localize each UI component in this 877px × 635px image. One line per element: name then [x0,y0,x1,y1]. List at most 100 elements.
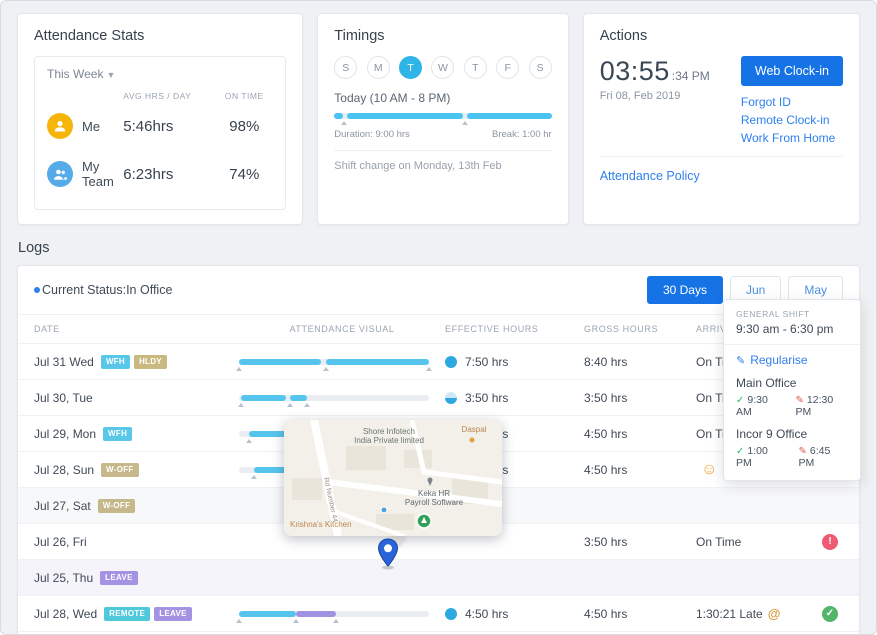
clock-actions: Web Clock-in Forgot ID Remote Clock-in W… [741,56,843,145]
logs-section-title: Logs [18,240,860,256]
punch-location: Incor 9 Office [736,427,848,441]
attendance-stats-title: Attendance Stats [34,28,286,44]
current-status-label: Current Status: [42,283,126,297]
map-canvas: Rd Number 44 Shore Infotech India Privat… [284,420,502,536]
attendance-policy-link[interactable]: Attendance Policy [600,169,700,183]
log-date: Jul 30, Tue [34,391,93,405]
gross-hours: 4:50 hrs [584,463,696,477]
clock-in-icon: ✓ [736,446,744,457]
col-header-effective-hours: EFFECTIVE HOURS [445,324,584,334]
timings-card: Timings S M T W T F S Today (10 AM - 8 P… [317,13,568,225]
badge-leave: LEAVE [154,607,192,621]
people-icon [53,168,68,181]
work-from-home-link[interactable]: Work From Home [741,131,843,145]
day-saturday: S [529,56,552,79]
me-on-time: 98% [215,118,273,135]
effective-hours: 3:50 hrs [465,391,508,405]
log-date: Jul 27, Sat [34,499,91,513]
location-pin-icon[interactable] [377,538,399,570]
day-tuesday-active: T [399,56,422,79]
badge-w-off: W-OFF [101,463,139,477]
table-row[interactable]: Jul 25, Thu LEAVE [18,560,859,596]
arrival-status: On Time [696,535,741,549]
clock-out-icon: ✎ [796,395,804,406]
effective-hours-icon [445,356,457,368]
effective-hours-icon [445,392,457,404]
day-wednesday: W [431,56,454,79]
today-shift-label: Today (10 AM - 8 PM) [334,91,551,105]
gross-hours: 3:50 hrs [584,391,696,405]
current-date: Fri 08, Feb 2019 [600,90,710,102]
log-date: Jul 31 Wed [34,355,94,369]
actions-card: Actions 03:55:34 PM Fri 08, Feb 2019 Web… [583,13,860,225]
day-sunday: S [334,56,357,79]
shift-progress-bar [334,113,551,119]
current-status-value: In Office [126,283,172,297]
badge-wfh: WFH [101,355,130,369]
me-avg-hours: 5:46hrs [123,118,215,135]
log-date: Jul 28, Sun [34,463,94,477]
location-map-popup[interactable]: Rd Number 44 Shore Infotech India Privat… [284,420,502,536]
log-date: Jul 25, Thu [34,571,93,585]
forgot-id-link[interactable]: Forgot ID [741,95,843,109]
attendance-visual-bar [239,611,429,617]
remote-clock-in-link[interactable]: Remote Clock-in [741,113,843,127]
team-avg-hours: 6:23hrs [123,166,215,183]
log-date: Jul 26, Fri [34,535,87,549]
actions-title: Actions [600,28,843,44]
web-clock-in-button[interactable]: Web Clock-in [741,56,843,86]
attendance-stats-card: Attendance Stats This Week▼ AVG HRS / DA… [17,13,303,225]
gross-hours: 3:50 hrs [584,535,696,549]
team-on-time: 74% [215,166,273,183]
day-friday: F [496,56,519,79]
badge-hldy: HLDY [134,355,167,369]
effective-hours: 7:50 hrs [465,355,508,369]
clock-out-icon: ✎ [799,446,807,457]
col-header-attendance-visual: ATTENDANCE VISUAL [239,324,445,334]
gross-hours: 4:50 hrs [584,427,696,441]
my-team-label: My Team [82,159,123,189]
map-daspal-label: Daspal [462,425,487,434]
shift-duration: Duration: 9:00 hrs [334,129,410,140]
arrival-icon: ☺ [701,462,717,478]
me-avatar [47,113,73,139]
col-header-date: DATE [34,324,239,334]
map-poi-label: India Private limited [354,436,424,445]
week-filter-dropdown[interactable]: This Week▼ [47,67,123,81]
avg-hours-header: AVG HRS / DAY [123,85,215,101]
log-status-icon: ! [822,534,838,550]
col-header-gross-hours: GROSS HOURS [584,324,696,334]
me-label: Me [82,119,100,134]
log-date: Jul 29, Mon [34,427,96,441]
on-time-header: ON TIME [215,85,273,101]
map-poi-label: Shore Infotech [363,427,415,436]
shift-hours: 9:30 am - 6:30 pm [736,322,848,336]
arrival-status: 1:30:21 Late [696,607,763,621]
day-monday: M [367,56,390,79]
week-filter-label: This Week [47,67,103,81]
map-keka-label: Payroll Software [405,498,464,507]
weekday-strip: S M T W T F S [334,56,551,79]
clock-in-icon: ✓ [736,395,744,406]
gross-hours: 4:50 hrs [584,607,696,621]
range-30-days-button[interactable]: 30 Days [647,276,723,304]
regularise-link[interactable]: ✎ Regularise [736,353,848,367]
regularise-label: Regularise [750,353,807,367]
shift-name: GENERAL SHIFT [736,309,848,319]
day-thursday: T [464,56,487,79]
badge-remote: REMOTE [104,607,150,621]
badge-leave: LEAVE [100,571,138,585]
effective-hours-icon [445,608,457,620]
map-krishna-label: Krishna's Kitchen [290,520,352,529]
gross-hours: 8:40 hrs [584,355,696,369]
shift-details-tooltip: GENERAL SHIFT 9:30 am - 6:30 pm ✎ Regula… [723,299,861,481]
my-team-avatar [47,161,73,187]
arrival-icon: @ [768,607,781,620]
log-status-icon: ✓ [822,606,838,622]
current-time-seconds: :34 PM [672,69,710,83]
top-cards-row: Attendance Stats This Week▼ AVG HRS / DA… [17,13,860,225]
table-row[interactable]: Jul 28, Wed REMOTE LEAVE 4:50 hrs 4:50 h… [18,596,859,632]
badge-w-off: W-OFF [98,499,136,513]
shift-change-note: Shift change on Monday, 13th Feb [334,150,551,172]
shift-break: Break: 1:00 hr [492,129,552,140]
